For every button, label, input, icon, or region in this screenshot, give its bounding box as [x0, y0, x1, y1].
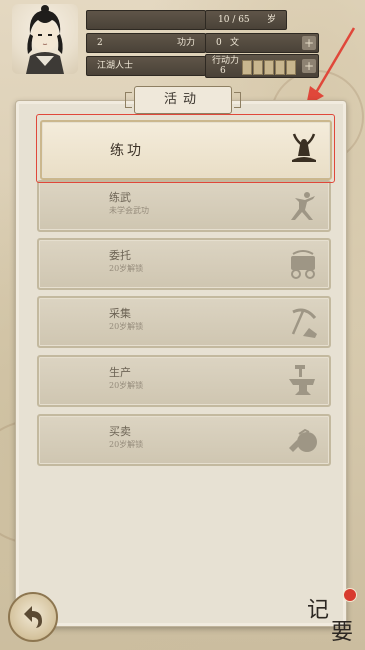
- character-portrait-icon: [26, 5, 64, 74]
- annotation-arrow-icon: [306, 27, 356, 106]
- rank-title: 江湖人士: [97, 61, 134, 71]
- power-value: 2: [97, 38, 103, 48]
- activity-item-practice[interactable]: 练功: [40, 120, 332, 180]
- notification-dot: [343, 588, 357, 602]
- activity-name: 生产: [109, 366, 131, 379]
- money-unit: 文: [230, 38, 240, 48]
- action-points-value: 6: [220, 66, 226, 76]
- age-unit: 岁: [266, 15, 276, 25]
- activity-status: 20岁解锁: [109, 322, 144, 331]
- activity-status: 20岁解锁: [109, 381, 144, 390]
- activity-item-trade[interactable]: 买卖 20岁解锁: [37, 414, 331, 466]
- cart-icon: [291, 250, 315, 279]
- name-bar: [86, 10, 206, 30]
- action-points-meter: [242, 60, 296, 75]
- power-display: 2 功力: [86, 33, 206, 53]
- activity-status: 未学会武功: [109, 206, 149, 215]
- activity-status: 20岁解锁: [109, 264, 144, 273]
- money-value: 0: [216, 38, 222, 48]
- money-bag-icon: [289, 428, 317, 452]
- panel-title: 活动: [125, 86, 241, 114]
- notes-button[interactable]: 记 要: [305, 588, 361, 645]
- activity-name: 练功: [110, 143, 144, 159]
- notes-char-1: 记: [307, 598, 330, 623]
- activity-item-commission[interactable]: 委托 20岁解锁: [37, 238, 331, 290]
- anvil-icon: [289, 365, 315, 395]
- rank-display: 江湖人士: [86, 56, 206, 76]
- activity-status: 20岁解锁: [109, 440, 144, 449]
- activity-name: 委托: [109, 249, 131, 262]
- power-label: 功力: [176, 38, 195, 48]
- activity-item-martial[interactable]: 练武 未学会武功: [37, 180, 331, 232]
- activity-name: 买卖: [109, 425, 131, 438]
- age-value: 10 / 65: [218, 15, 250, 25]
- pickaxe-icon: [291, 308, 317, 338]
- notes-char-2: 要: [331, 620, 354, 645]
- age-display: 10 / 65 岁: [205, 10, 287, 30]
- activity-item-gather[interactable]: 采集 20岁解锁: [37, 296, 331, 348]
- martial-arts-icon: [291, 192, 315, 220]
- activity-item-produce[interactable]: 生产 20岁解锁: [37, 355, 331, 407]
- back-button[interactable]: [8, 592, 58, 642]
- activity-name: 采集: [109, 307, 131, 320]
- meditation-icon: [292, 133, 316, 162]
- activity-name: 练武: [109, 191, 131, 204]
- back-arrow-icon: [24, 606, 42, 628]
- avatar[interactable]: [12, 4, 78, 74]
